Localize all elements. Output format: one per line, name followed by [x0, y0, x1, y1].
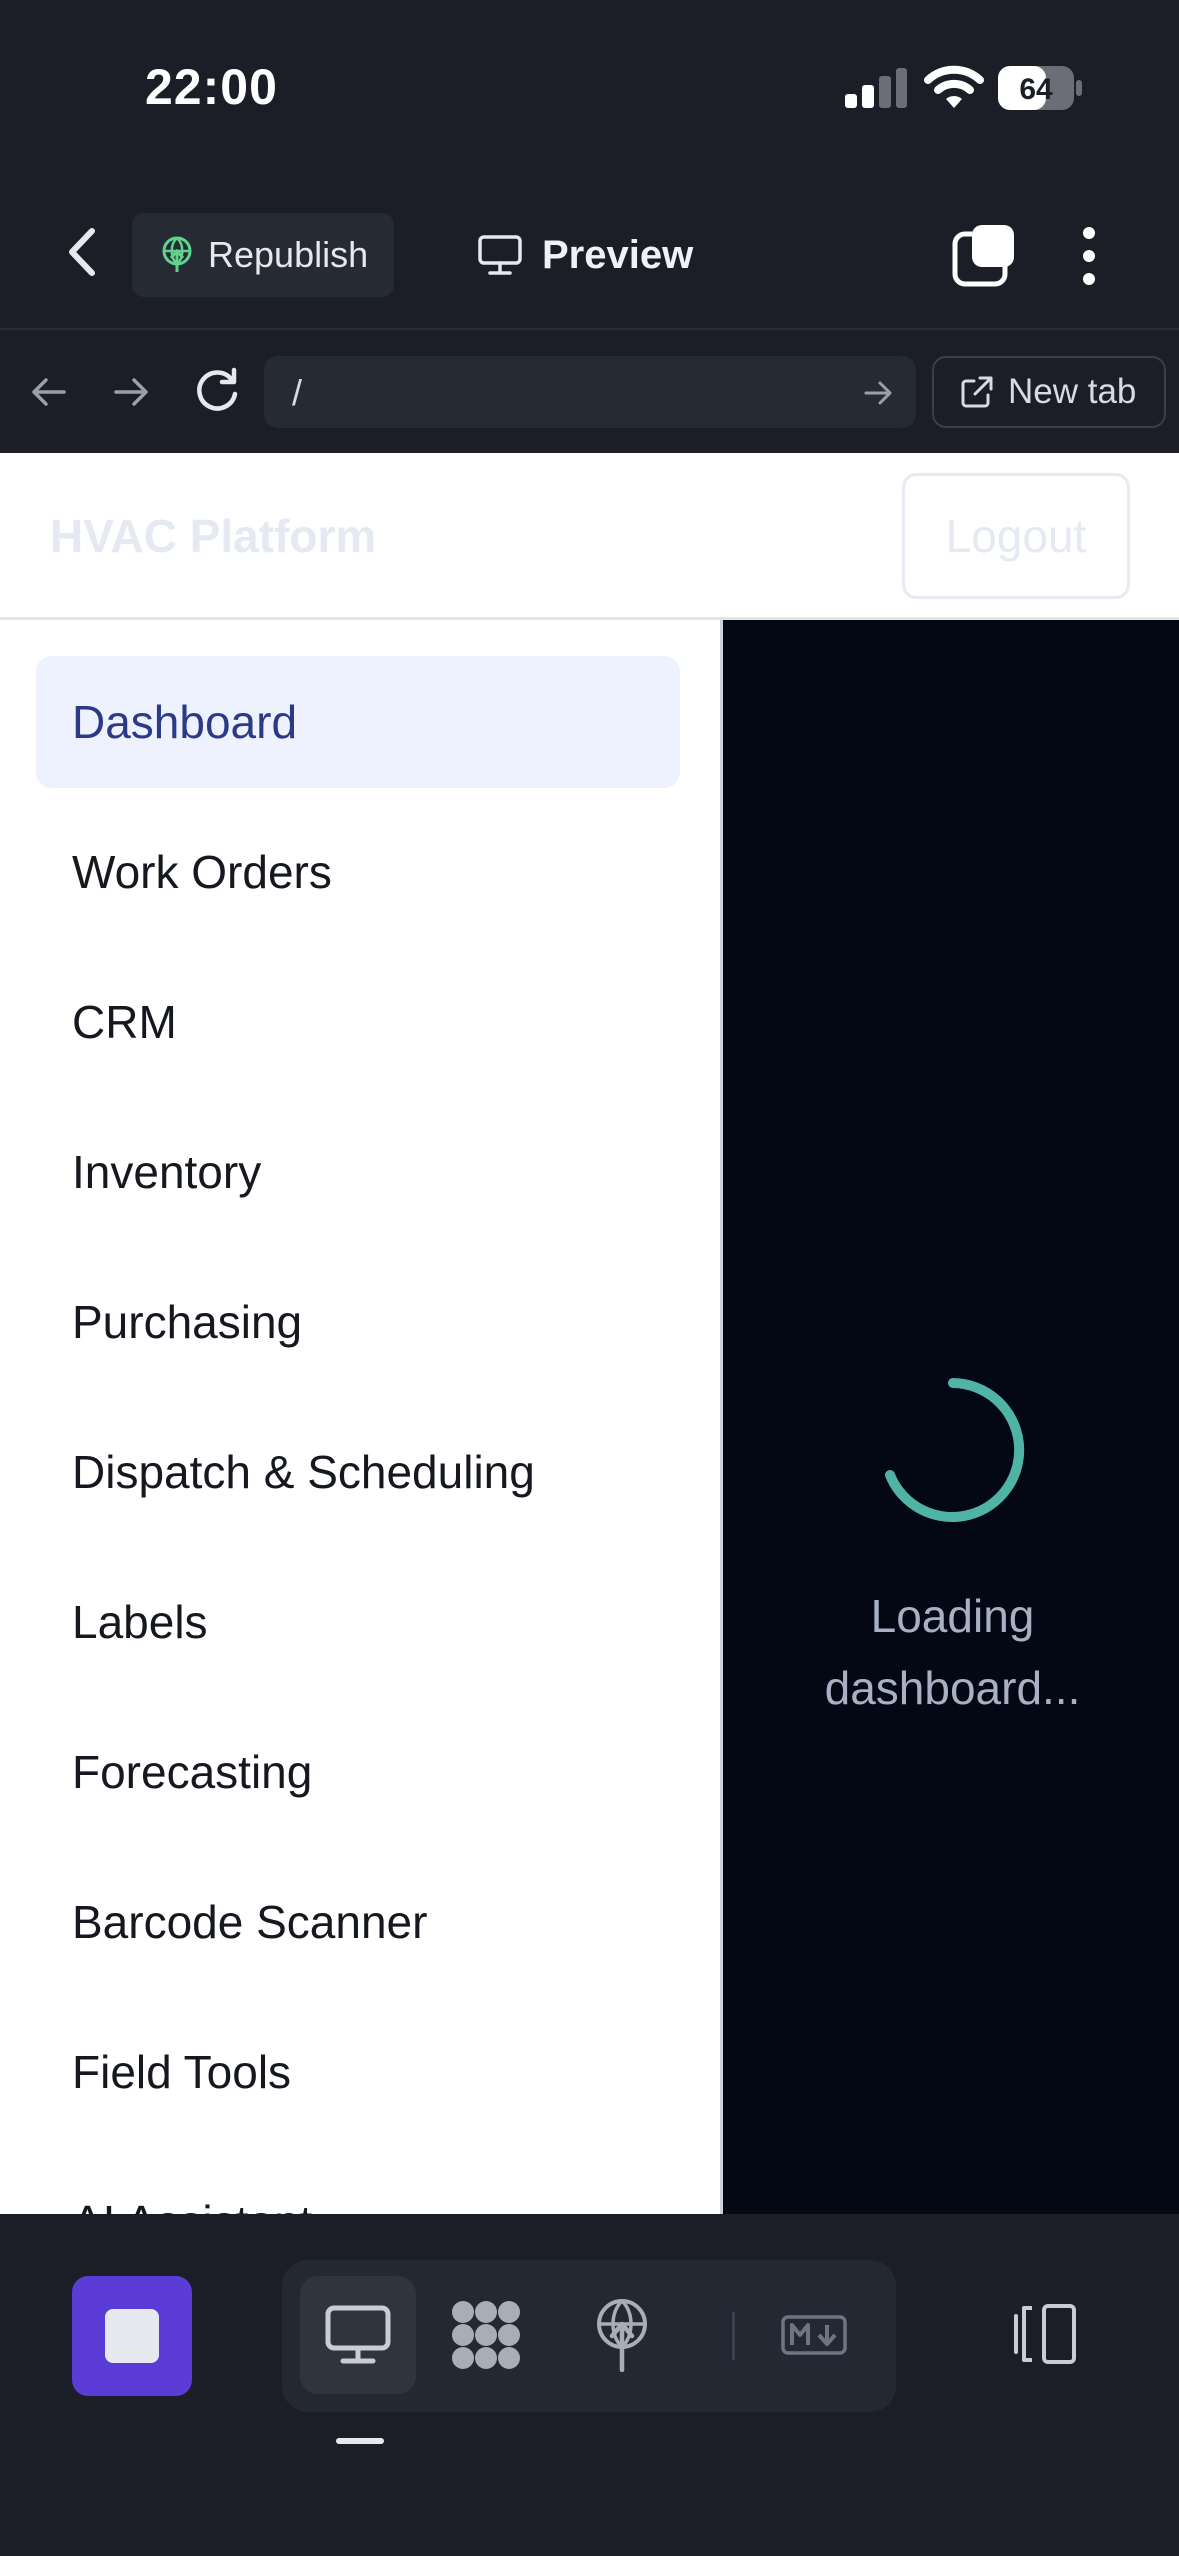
- sidebar-item-ai-assistant[interactable]: AI Assistant: [36, 2156, 680, 2214]
- battery-percent: 64: [1019, 73, 1053, 106]
- loading-line-1: Loading: [870, 1590, 1035, 1642]
- arrow-left-icon[interactable]: [28, 372, 68, 412]
- dashboard-pane: Loading dashboard...: [720, 620, 1179, 2214]
- app-brand: HVAC Platform: [50, 510, 377, 562]
- back-chevron-icon[interactable]: [62, 227, 102, 277]
- logout-button[interactable]: Logout: [902, 473, 1130, 599]
- panel-icon[interactable]: [1008, 2302, 1080, 2366]
- markdown-mode-button[interactable]: [756, 2276, 872, 2394]
- tabs-icon[interactable]: [952, 225, 1014, 287]
- sidebar-item-inventory[interactable]: Inventory: [36, 1106, 680, 1238]
- monitor-icon: [325, 2305, 391, 2364]
- battery-icon: 64: [998, 66, 1082, 110]
- publish-mode-button[interactable]: [564, 2276, 680, 2394]
- sidebar-item-field-tools[interactable]: Field Tools: [36, 2006, 680, 2138]
- canvas-mode-button[interactable]: [428, 2276, 544, 2394]
- preview-page: HVAC Platform Logout Dashboard Work Orde…: [0, 453, 1179, 2214]
- bottom-bar: [0, 2214, 1179, 2556]
- sidebar-item-dashboard[interactable]: Dashboard: [36, 656, 680, 788]
- status-time: 22:00: [145, 59, 278, 115]
- republish-label: Republish: [208, 234, 369, 275]
- url-input[interactable]: /: [264, 356, 916, 428]
- stop-icon: [105, 2309, 159, 2363]
- sidebar-item-forecasting[interactable]: Forecasting: [36, 1706, 680, 1838]
- preview-label: Preview: [542, 232, 694, 277]
- signal-icon: [845, 68, 907, 108]
- loading-line-2: dashboard...: [824, 1662, 1081, 1714]
- address-bar: / New tab: [0, 330, 1179, 453]
- globe-icon: [162, 236, 192, 272]
- sidebar-item-work-orders[interactable]: Work Orders: [36, 806, 680, 938]
- wifi-icon: [924, 65, 984, 108]
- arrow-right-icon[interactable]: [112, 372, 152, 412]
- new-tab-button[interactable]: New tab: [932, 356, 1166, 428]
- view-mode-group: [282, 2260, 896, 2412]
- loading-message: Loading dashboard...: [723, 1580, 1179, 1724]
- reload-icon[interactable]: [192, 366, 242, 416]
- new-tab-label: New tab: [1008, 372, 1137, 411]
- desktop-mode-button[interactable]: [300, 2276, 416, 2394]
- sidebar-item-barcode-scanner[interactable]: Barcode Scanner: [36, 1856, 680, 1988]
- globe-icon: [597, 2299, 647, 2372]
- arrow-right-icon[interactable]: [862, 376, 896, 410]
- dots-icon: [452, 2301, 520, 2369]
- mode-divider: [732, 2312, 735, 2360]
- markdown-icon: [781, 2315, 847, 2355]
- url-text: /: [292, 372, 303, 413]
- sidebar-nav: Dashboard Work Orders CRM Inventory Purc…: [0, 620, 720, 2214]
- loading-spinner-icon: [885, 1378, 1025, 1522]
- app-header: HVAC Platform Logout: [0, 453, 1179, 620]
- sidebar-item-purchasing[interactable]: Purchasing: [36, 1256, 680, 1388]
- preview-button[interactable]: Preview: [478, 213, 693, 297]
- toolbar: Republish Preview: [0, 175, 1179, 330]
- monitor-icon: [478, 235, 522, 275]
- sidebar-item-crm[interactable]: CRM: [36, 956, 680, 1088]
- external-link-icon: [961, 376, 993, 408]
- sidebar-item-labels[interactable]: Labels: [36, 1556, 680, 1688]
- active-mode-indicator: [336, 2438, 384, 2444]
- republish-button[interactable]: Republish: [132, 213, 394, 297]
- stop-button[interactable]: [72, 2276, 192, 2396]
- sidebar-item-dispatch-scheduling[interactable]: Dispatch & Scheduling: [36, 1406, 680, 1538]
- status-bar: 22:00 64: [0, 0, 1179, 175]
- more-icon[interactable]: [1076, 225, 1102, 287]
